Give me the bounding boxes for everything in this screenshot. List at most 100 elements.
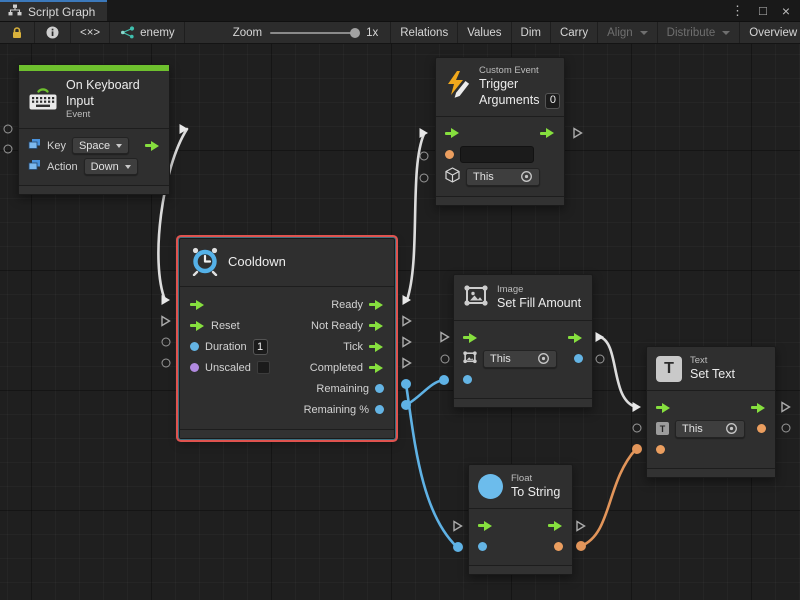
keyboard-action-outer-port[interactable]: [4, 145, 13, 154]
node-text-set-text[interactable]: T Text Set Text T This: [646, 346, 776, 478]
setfill-exec-out-outer-port[interactable]: [595, 331, 606, 344]
target-dropdown[interactable]: This: [466, 168, 540, 186]
settext-result-outer-port[interactable]: [782, 424, 791, 433]
tostring-exec-out-outer-port[interactable]: [576, 520, 587, 533]
unscaled-checkbox[interactable]: [257, 361, 270, 374]
string-port[interactable]: [445, 150, 454, 159]
keyboard-exec-out-outer-port[interactable]: [179, 123, 190, 136]
cooldown-remaining-pct-outer-port[interactable]: [401, 400, 411, 410]
completed-out-port[interactable]: [369, 363, 384, 373]
action-dropdown[interactable]: Down: [84, 158, 138, 175]
trigger-target-outer-port[interactable]: [420, 174, 429, 183]
cooldown-duration-outer-port[interactable]: [162, 338, 171, 347]
settext-exec-in-outer-port[interactable]: [632, 401, 643, 414]
node-float-to-string[interactable]: Float To String: [468, 464, 573, 575]
distribute-button[interactable]: Distribute: [658, 22, 741, 43]
ready-row: Ready: [180, 294, 394, 315]
float-in-port[interactable]: [478, 542, 487, 551]
info-button[interactable]: [35, 22, 71, 43]
target-picker-icon[interactable]: [537, 352, 550, 365]
cooldown-reset-outer-port[interactable]: [161, 315, 172, 328]
zoom-slider[interactable]: [270, 27, 358, 39]
trigger-exec-out-outer-port[interactable]: [573, 127, 584, 140]
target-picker-icon[interactable]: [725, 422, 738, 435]
exec-out-port[interactable]: [145, 141, 160, 151]
target-picker-icon[interactable]: [520, 170, 533, 183]
cooldown-remaining-outer-port[interactable]: [401, 379, 411, 389]
key-label: Key: [47, 140, 66, 152]
exec-out-port[interactable]: [548, 521, 563, 531]
code-view-button[interactable]: <×>: [71, 22, 110, 43]
result-out-port[interactable]: [757, 424, 766, 433]
not-ready-out-port[interactable]: [369, 321, 384, 331]
duration-field[interactable]: 1: [253, 339, 268, 355]
exec-in-port[interactable]: [190, 300, 205, 310]
tab-script-graph[interactable]: Script Graph: [0, 0, 107, 21]
target-dropdown[interactable]: This: [675, 420, 745, 438]
exec-in-port[interactable]: [463, 333, 478, 343]
node-on-keyboard-input[interactable]: On Keyboard Input Event Key Space Action…: [18, 64, 170, 195]
settext-target-outer-port[interactable]: [633, 424, 642, 433]
close-icon[interactable]: ×: [782, 3, 790, 19]
setfill-amount-outer-port[interactable]: [439, 375, 449, 385]
maximize-icon[interactable]: □: [759, 3, 767, 18]
fill-amount-port[interactable]: [463, 375, 472, 384]
menu-icon[interactable]: ⋮: [731, 3, 744, 19]
setfill-result-outer-port[interactable]: [596, 355, 605, 364]
cooldown-ready-outer-port[interactable]: [402, 294, 413, 307]
keyboard-key-outer-port[interactable]: [4, 125, 13, 134]
node-footer: [436, 196, 564, 205]
unscaled-port[interactable]: [190, 363, 199, 372]
exec-in-port[interactable]: [656, 403, 671, 413]
text-value-port[interactable]: [656, 445, 665, 454]
ready-out-port[interactable]: [369, 300, 384, 310]
carry-button[interactable]: Carry: [551, 22, 598, 43]
trigger-exec-in-outer-port[interactable]: [419, 127, 430, 140]
reset-row: Reset Not Ready: [180, 315, 394, 336]
lock-button[interactable]: [0, 22, 35, 43]
node-footer: [19, 185, 169, 194]
trigger-string-outer-port[interactable]: [420, 152, 429, 161]
values-button[interactable]: Values: [458, 22, 511, 43]
arguments-field[interactable]: 0: [545, 93, 560, 109]
node-trigger-custom-event[interactable]: Custom Event Trigger Arguments 0: [435, 57, 565, 206]
tostring-exec-in-outer-port[interactable]: [453, 520, 464, 533]
tostring-string-outer-port[interactable]: [576, 541, 586, 551]
exec-out-port[interactable]: [751, 403, 766, 413]
setfill-target-outer-port[interactable]: [441, 355, 450, 364]
exec-out-port[interactable]: [540, 128, 555, 138]
exec-in-port[interactable]: [445, 128, 460, 138]
overview-button[interactable]: Overview: [740, 22, 800, 43]
remaining-out-port[interactable]: [375, 384, 384, 393]
string-out-port[interactable]: [554, 542, 563, 551]
tick-out-port[interactable]: [369, 342, 384, 352]
key-dropdown[interactable]: Space: [72, 137, 129, 154]
result-out-port[interactable]: [574, 354, 583, 363]
settext-exec-out-outer-port[interactable]: [781, 401, 792, 414]
target-dropdown[interactable]: This: [483, 350, 557, 368]
dim-button[interactable]: Dim: [512, 22, 551, 43]
cooldown-not-ready-outer-port[interactable]: [402, 315, 413, 328]
node-cooldown[interactable]: Cooldown Ready Reset Not Ready Duration …: [179, 238, 395, 439]
tostring-float-outer-port[interactable]: [453, 542, 463, 552]
cooldown-tick-outer-port[interactable]: [402, 336, 413, 349]
completed-label: Completed: [310, 362, 363, 374]
exec-out-port[interactable]: [568, 333, 583, 343]
node-title: Set Text: [690, 367, 735, 383]
node-image-set-fill-amount[interactable]: Image Set Fill Amount This: [453, 274, 593, 408]
cooldown-exec-in-outer-port[interactable]: [161, 294, 172, 307]
align-button[interactable]: Align: [598, 22, 658, 43]
event-name-field[interactable]: [460, 146, 534, 163]
duration-port[interactable]: [190, 342, 199, 351]
remaining-pct-out-port[interactable]: [375, 405, 384, 414]
zoom-slider-track[interactable]: [270, 32, 358, 34]
graph-breadcrumb[interactable]: enemy: [110, 22, 185, 43]
setfill-exec-in-outer-port[interactable]: [440, 331, 451, 344]
reset-in-port[interactable]: [190, 321, 205, 331]
exec-in-port[interactable]: [478, 521, 493, 531]
cooldown-completed-outer-port[interactable]: [402, 357, 413, 370]
relations-button[interactable]: Relations: [391, 22, 458, 43]
cooldown-unscaled-outer-port[interactable]: [162, 359, 171, 368]
zoom-slider-handle[interactable]: [350, 28, 360, 38]
settext-value-outer-port[interactable]: [632, 444, 642, 454]
